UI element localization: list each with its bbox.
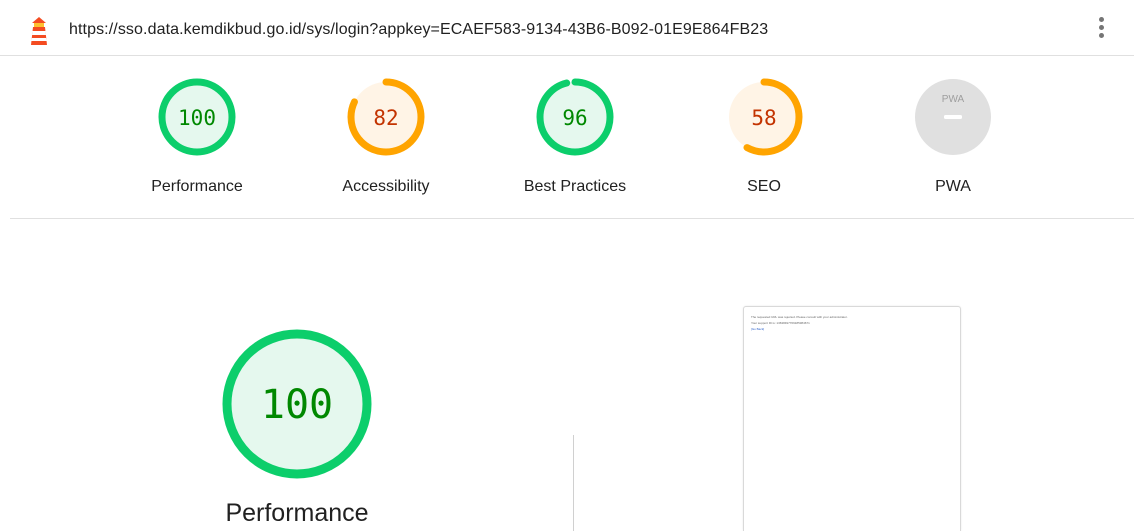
pwa-badge-text: PWA <box>942 94 965 105</box>
pwa-badge-dash <box>944 115 962 119</box>
section-divider <box>10 218 1134 219</box>
main-gauge-ring: 100 <box>222 329 372 479</box>
gauge-accessibility[interactable]: 82 Accessibility <box>301 76 471 206</box>
gauge-score: 58 <box>751 106 776 130</box>
main-gauge-label: Performance <box>225 499 369 527</box>
thumbnail-text-line: The requested URL was rejected. Please c… <box>751 315 848 319</box>
main-gauge-score: 100 <box>261 382 333 428</box>
gauge-score: 82 <box>373 106 398 130</box>
gauge-seo[interactable]: 58 SEO <box>679 76 849 206</box>
performance-summary: 100 Performance <box>212 329 382 531</box>
report-topbar: https://sso.data.kemdikbud.go.id/sys/log… <box>0 0 1134 56</box>
pwa-badge-icon: PWA <box>915 79 991 155</box>
category-gauges: 100 Performance 82 Accessibility 96 Best… <box>0 56 1134 218</box>
gauge-label: SEO <box>747 178 781 195</box>
gauge-label: PWA <box>935 178 971 195</box>
gauge-ring: 96 <box>536 78 614 156</box>
gauge-score: 96 <box>562 106 587 130</box>
gauge-ring: 58 <box>725 78 803 156</box>
gauge-label: Accessibility <box>342 178 430 195</box>
thumbnail-text-line: Your support ID is: 13638497769185384671 <box>751 321 810 325</box>
gauge-score: 100 <box>178 106 216 130</box>
thumbnail-link: [Go Back] <box>751 327 765 331</box>
gauge-best-practices[interactable]: 96 Best Practices <box>490 76 660 206</box>
gauge-label: Best Practices <box>523 178 627 195</box>
gauge-ring: 82 <box>347 78 425 156</box>
gauge-pwa[interactable]: PWA PWA <box>868 76 1038 206</box>
gauge-performance[interactable]: 100 Performance <box>112 76 282 206</box>
more-vert-icon[interactable] <box>1090 14 1112 44</box>
gauge-label: Performance <box>151 178 243 195</box>
gauge-ring: 100 <box>158 78 236 156</box>
vertical-divider <box>573 435 574 531</box>
page-url: https://sso.data.kemdikbud.go.id/sys/log… <box>69 21 769 38</box>
final-screenshot-thumbnail[interactable]: The requested URL was rejected. Please c… <box>743 306 961 531</box>
lighthouse-icon <box>31 17 47 45</box>
